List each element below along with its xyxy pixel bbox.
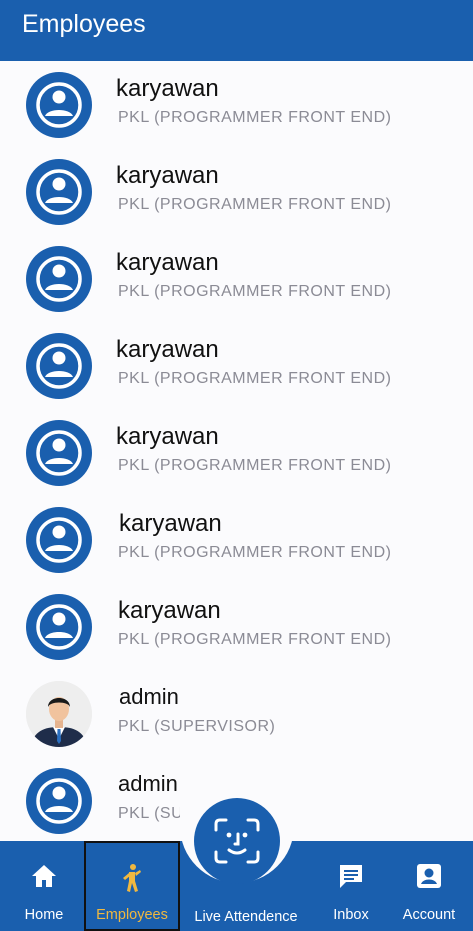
businessman-photo — [26, 681, 92, 747]
employee-name: karyawan — [116, 423, 219, 450]
nav-inbox[interactable]: Inbox — [318, 841, 384, 931]
app-header: Employees — [0, 0, 473, 61]
employee-role: PKL (PROGRAMMER FRONT END) — [118, 283, 392, 300]
employee-role: PKL (SUPERVISOR) — [118, 718, 276, 735]
employee-name: admin — [118, 771, 178, 796]
default-person-icon — [26, 507, 92, 573]
employee-name: karyawan — [119, 510, 222, 537]
face-scan-icon — [214, 818, 260, 864]
employee-name: admin — [119, 684, 179, 709]
nav-account-label: Account — [402, 907, 456, 923]
employee-row[interactable]: karyawan PKL (PROGRAMMER FRONT END) — [0, 583, 473, 670]
page-title: Employees — [22, 10, 146, 38]
employee-row[interactable]: karyawan PKL (PROGRAMMER FRONT END) — [0, 235, 473, 322]
employee-list: karyawan PKL (PROGRAMMER FRONT END) kary… — [0, 61, 473, 841]
walking-person-icon — [120, 863, 144, 893]
default-person-icon — [26, 333, 92, 399]
default-person-icon — [26, 159, 92, 225]
employee-role: PKL (PROGRAMMER FRONT END) — [118, 196, 392, 213]
employee-row[interactable]: karyawan PKL (PROGRAMMER FRONT END) — [0, 496, 473, 583]
face-scan-button[interactable] — [194, 798, 280, 884]
default-person-icon — [26, 594, 92, 660]
employee-role: PKL (PROGRAMMER FRONT END) — [118, 457, 392, 474]
default-person-icon — [26, 246, 92, 312]
employee-row[interactable]: karyawan PKL (PROGRAMMER FRONT END) — [0, 322, 473, 409]
employee-row[interactable]: karyawan PKL (PROGRAMMER FRONT END) — [0, 148, 473, 235]
default-person-icon — [26, 420, 92, 486]
employee-role: PKL (PROGRAMMER FRONT END) — [118, 109, 392, 126]
employee-role: PKL (PROGRAMMER FRONT END) — [118, 370, 392, 387]
account-box-icon — [416, 861, 442, 891]
chat-message-icon — [337, 861, 365, 891]
nav-employees[interactable]: Employees — [84, 841, 180, 931]
employee-row[interactable]: karyawan PKL (PROGRAMMER FRONT END) — [0, 409, 473, 496]
default-person-icon — [26, 768, 92, 834]
employee-name: karyawan — [116, 249, 219, 276]
nav-live-attendance-label: Live Attendence — [194, 909, 298, 925]
employee-row[interactable]: karyawan PKL (PROGRAMMER FRONT END) — [0, 61, 473, 148]
employee-name: karyawan — [116, 336, 219, 363]
nav-employees-label: Employees — [96, 907, 168, 923]
employee-name: karyawan — [118, 597, 221, 624]
nav-home[interactable]: Home — [4, 841, 84, 931]
default-person-icon — [26, 72, 92, 138]
employee-role: PKL (PROGRAMMER FRONT END) — [118, 544, 392, 561]
employee-name: karyawan — [116, 162, 219, 189]
home-icon — [31, 861, 57, 891]
nav-account[interactable]: Account — [390, 841, 468, 931]
employee-role: PKL (PROGRAMMER FRONT END) — [118, 631, 392, 648]
nav-home-label: Home — [24, 907, 64, 923]
nav-inbox-label: Inbox — [333, 907, 369, 923]
employee-row[interactable]: admin PKL (SUPERVISOR) — [0, 670, 473, 757]
employee-name: karyawan — [116, 75, 219, 102]
